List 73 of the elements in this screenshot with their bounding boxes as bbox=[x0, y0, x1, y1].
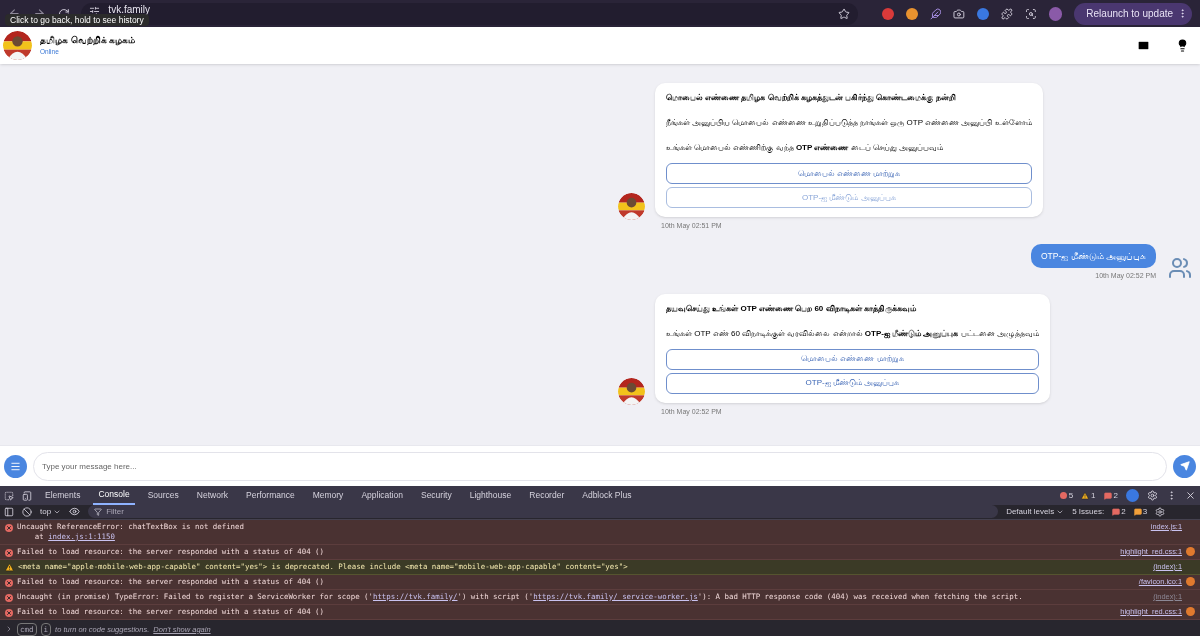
avatar bbox=[618, 378, 645, 406]
menu-icon[interactable] bbox=[10, 460, 21, 472]
device-toolbar-icon[interactable] bbox=[22, 490, 32, 501]
menu-button[interactable] bbox=[4, 454, 27, 478]
avatar bbox=[3, 31, 32, 60]
relaunch-button[interactable]: Relaunch to update bbox=[1074, 2, 1193, 25]
issue-icon bbox=[1133, 507, 1142, 516]
devtools-tab[interactable]: Application bbox=[356, 486, 408, 505]
message-bubble: OTP-ஐ மீண்டும் அனுப்புக bbox=[1030, 243, 1156, 269]
devtools-tab[interactable]: Sources bbox=[142, 486, 184, 505]
avatar bbox=[618, 192, 645, 220]
error-count[interactable]: 5 bbox=[1059, 489, 1074, 502]
extension-icon[interactable] bbox=[905, 7, 918, 20]
levels-dropdown[interactable]: Default levels bbox=[1006, 505, 1065, 518]
error-icon bbox=[5, 578, 13, 587]
filter-icon bbox=[94, 507, 103, 516]
context-selector[interactable]: top bbox=[40, 505, 62, 518]
contact-name: தமிழக வெற்றிக் கழகம் bbox=[40, 33, 135, 48]
issue-error-count[interactable]: 2 bbox=[1112, 505, 1126, 518]
devtools-tab[interactable]: Security bbox=[415, 486, 457, 505]
devtools-tab[interactable]: Performance bbox=[241, 486, 300, 505]
message-text: நீங்கள் அனுப்பிய மொபைல் எண்ணை உறுதிப்படுத்த நாங்கள் ஒரு OTP எண்ணை அனுப்பி உள்ளோம் bbox=[666, 117, 1032, 129]
error-icon bbox=[5, 523, 13, 532]
issues-label: 5 Issues: bbox=[1072, 505, 1105, 518]
devtools-tab[interactable]: Network bbox=[191, 486, 233, 505]
message-text: உங்கள் OTP எண் 60 விநாடிக்குள் வரவில்லை என்றால் OTP-ஐ மீண்டும் அனுப்புக பட்டனை அழுத்தவும் bbox=[666, 327, 1039, 340]
devtools-tab[interactable]: Memory bbox=[307, 486, 349, 505]
filter-field[interactable]: Filter bbox=[88, 505, 999, 519]
bookmark-star-icon[interactable] bbox=[837, 7, 850, 20]
message-text: தயவுசெய்து உங்கள் OTP எண்ணை பெற 60 விநாடிகள் காத்திருக்கவும் bbox=[666, 302, 917, 315]
feather-icon[interactable] bbox=[929, 7, 942, 20]
tooltip: Click to go back, hold to see history bbox=[5, 14, 149, 26]
settings-icon[interactable] bbox=[1155, 506, 1166, 517]
send-button[interactable] bbox=[1173, 454, 1196, 478]
tab-search-icon[interactable] bbox=[1024, 7, 1037, 20]
lightbulb-icon[interactable] bbox=[1176, 39, 1189, 52]
sidebar-icon[interactable] bbox=[4, 506, 14, 517]
error-icon bbox=[5, 593, 13, 602]
devtools-tab[interactable]: Recorder bbox=[524, 486, 570, 505]
option-button[interactable]: OTP-ஐ மீண்டும் அனுப்புக bbox=[666, 372, 1039, 394]
prompt-icon bbox=[5, 625, 13, 634]
issue-icon bbox=[1112, 507, 1121, 516]
extension-icon[interactable] bbox=[977, 7, 989, 20]
filter-placeholder: Filter bbox=[106, 505, 124, 518]
message-text: உங்கள் மொபைல் எண்ணிற்கு வந்த OTP எண்ணை டைப் செய்து அனுப்பவும் bbox=[666, 142, 945, 154]
devtools-tab[interactable]: Adblock Plus bbox=[577, 486, 637, 505]
option-button[interactable]: மொபைல் எண்ணை மாற்றுக bbox=[666, 163, 1032, 184]
error-icon bbox=[5, 548, 13, 557]
warning-icon bbox=[1081, 491, 1090, 500]
issue-icon bbox=[1103, 491, 1112, 500]
option-button[interactable]: மொபைல் எண்ணை மாற்றுக bbox=[666, 348, 1039, 370]
devtools-tab[interactable]: Elements bbox=[40, 486, 86, 505]
error-icon bbox=[1059, 492, 1067, 499]
extensions-icon[interactable] bbox=[1000, 7, 1013, 20]
clear-console-icon[interactable] bbox=[22, 506, 32, 517]
devtools-tab[interactable]: Lighthouse bbox=[464, 486, 517, 505]
extension-icon[interactable] bbox=[881, 7, 894, 20]
camera-icon[interactable] bbox=[953, 7, 966, 20]
settings-icon[interactable] bbox=[1147, 490, 1158, 501]
eye-icon[interactable] bbox=[69, 506, 81, 518]
close-icon[interactable] bbox=[1185, 490, 1196, 501]
warning-count[interactable]: 1 bbox=[1081, 489, 1096, 502]
message-input[interactable]: Type your message here... bbox=[33, 451, 1167, 481]
issue-warning-count[interactable]: 3 bbox=[1133, 505, 1148, 518]
users-icon bbox=[1168, 255, 1192, 280]
send-icon[interactable] bbox=[1179, 461, 1190, 471]
profile-avatar[interactable] bbox=[1048, 6, 1063, 21]
error-icon bbox=[5, 608, 13, 617]
inspect-icon[interactable] bbox=[4, 490, 14, 501]
url-text: tvk.family bbox=[108, 3, 151, 16]
issue-count[interactable]: 2 bbox=[1103, 489, 1118, 502]
message-text: மொபைல் எண்ணை தமிழக வெற்றிக் கழகத்துடன் பகிர்ந்து கொண்டமைக்கு நன்றி bbox=[666, 92, 957, 104]
warning-icon bbox=[5, 562, 14, 572]
